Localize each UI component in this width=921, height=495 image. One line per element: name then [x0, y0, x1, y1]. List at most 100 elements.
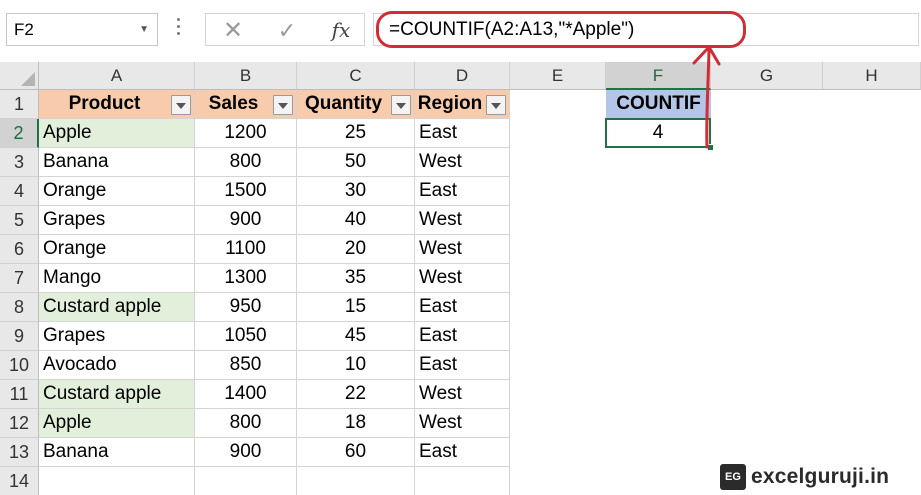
cell-quantity[interactable]: 18: [297, 409, 415, 438]
table-header-label: Product: [68, 93, 141, 114]
cell-product[interactable]: Mango: [39, 264, 195, 293]
row-header-13[interactable]: 13: [0, 438, 39, 467]
row-header-1[interactable]: 1: [0, 90, 39, 119]
cell-region[interactable]: West: [415, 264, 510, 293]
formula-input[interactable]: =COUNTIF(A2:A13,"*Apple"): [373, 13, 919, 46]
cell-region[interactable]: East: [415, 351, 510, 380]
column-header-h[interactable]: H: [823, 62, 921, 90]
cell-sales[interactable]: 1100: [195, 235, 297, 264]
filter-dropdown-icon[interactable]: [391, 95, 411, 115]
cell-product[interactable]: Banana: [39, 148, 195, 177]
cell-sales[interactable]: 1050: [195, 322, 297, 351]
cell-sales[interactable]: 950: [195, 293, 297, 322]
table-header-sales[interactable]: Sales: [195, 90, 297, 119]
insert-function-icon[interactable]: fx: [326, 16, 356, 45]
row-header-14[interactable]: 14: [0, 467, 39, 495]
empty-cell[interactable]: [195, 467, 297, 495]
cell-quantity[interactable]: 25: [297, 119, 415, 148]
cell-product[interactable]: Custard apple: [39, 380, 195, 409]
row-header-3[interactable]: 3: [0, 148, 39, 177]
row-header-12[interactable]: 12: [0, 409, 39, 438]
cancel-icon[interactable]: ✕: [220, 16, 246, 45]
cell-quantity[interactable]: 35: [297, 264, 415, 293]
table-header-quantity[interactable]: Quantity: [297, 90, 415, 119]
table-header-product[interactable]: Product: [39, 90, 195, 119]
row-header-11[interactable]: 11: [0, 380, 39, 409]
row-header-10[interactable]: 10: [0, 351, 39, 380]
cell-product[interactable]: Grapes: [39, 206, 195, 235]
column-header-c[interactable]: C: [297, 62, 415, 90]
cell-region[interactable]: West: [415, 206, 510, 235]
cell-sales[interactable]: 900: [195, 206, 297, 235]
column-header-d[interactable]: D: [415, 62, 510, 90]
cell-product[interactable]: Apple: [39, 119, 195, 148]
cell-quantity[interactable]: 45: [297, 322, 415, 351]
column-header-g[interactable]: G: [711, 62, 823, 90]
empty-cell[interactable]: [415, 467, 510, 495]
watermark-text: excelguruji.in: [751, 465, 890, 488]
empty-cell[interactable]: [297, 467, 415, 495]
cell-quantity[interactable]: 40: [297, 206, 415, 235]
cell-quantity[interactable]: 10: [297, 351, 415, 380]
table-header-label: Quantity: [304, 93, 383, 114]
cell-quantity[interactable]: 30: [297, 177, 415, 206]
filter-dropdown-icon[interactable]: [273, 95, 293, 115]
column-header-e[interactable]: E: [510, 62, 606, 90]
cell-product[interactable]: Custard apple: [39, 293, 195, 322]
cell-region[interactable]: West: [415, 380, 510, 409]
countif-header[interactable]: COUNTIF: [606, 90, 711, 119]
enter-icon[interactable]: ✓: [274, 16, 300, 45]
cell-sales[interactable]: 850: [195, 351, 297, 380]
countif-result[interactable]: 4: [606, 119, 711, 148]
chevron-down-icon[interactable]: ▼: [139, 14, 149, 45]
row-header-7[interactable]: 7: [0, 264, 39, 293]
cell-sales[interactable]: 1400: [195, 380, 297, 409]
cell-region[interactable]: West: [415, 409, 510, 438]
row-header-4[interactable]: 4: [0, 177, 39, 206]
cell-region[interactable]: East: [415, 438, 510, 467]
cell-sales[interactable]: 900: [195, 438, 297, 467]
cell-product[interactable]: Apple: [39, 409, 195, 438]
table-header-label: Region: [417, 93, 483, 114]
filter-dropdown-icon[interactable]: [486, 95, 506, 115]
cell-region[interactable]: East: [415, 293, 510, 322]
cell-quantity[interactable]: 15: [297, 293, 415, 322]
more-options-icon[interactable]: [173, 15, 183, 43]
column-header-f[interactable]: F: [606, 62, 711, 90]
row-header-9[interactable]: 9: [0, 322, 39, 351]
column-header-a[interactable]: A: [39, 62, 195, 90]
cell-product[interactable]: Orange: [39, 235, 195, 264]
select-all-button[interactable]: [0, 62, 39, 90]
cell-product[interactable]: Grapes: [39, 322, 195, 351]
table-header-label: Sales: [208, 93, 259, 114]
cell-quantity[interactable]: 20: [297, 235, 415, 264]
filter-dropdown-icon[interactable]: [171, 95, 191, 115]
empty-cell[interactable]: [39, 467, 195, 495]
cell-quantity[interactable]: 22: [297, 380, 415, 409]
cell-region[interactable]: East: [415, 119, 510, 148]
row-header-5[interactable]: 5: [0, 206, 39, 235]
cell-quantity[interactable]: 50: [297, 148, 415, 177]
cell-product[interactable]: Avocado: [39, 351, 195, 380]
cell-region[interactable]: West: [415, 235, 510, 264]
name-box-value: F2: [14, 20, 34, 39]
row-header-2[interactable]: 2: [0, 119, 39, 148]
cell-region[interactable]: East: [415, 322, 510, 351]
row-header-6[interactable]: 6: [0, 235, 39, 264]
cell-region[interactable]: West: [415, 148, 510, 177]
cell-sales[interactable]: 1500: [195, 177, 297, 206]
name-box[interactable]: F2 ▼: [6, 13, 158, 46]
cell-region[interactable]: East: [415, 177, 510, 206]
row-header-8[interactable]: 8: [0, 293, 39, 322]
cell-sales[interactable]: 800: [195, 409, 297, 438]
cell-sales[interactable]: 800: [195, 148, 297, 177]
cell-quantity[interactable]: 60: [297, 438, 415, 467]
table-header-region[interactable]: Region: [415, 90, 510, 119]
cell-product[interactable]: Banana: [39, 438, 195, 467]
cell-sales[interactable]: 1200: [195, 119, 297, 148]
column-header-b[interactable]: B: [195, 62, 297, 90]
cell-sales[interactable]: 1300: [195, 264, 297, 293]
formula-controls: ✕ ✓ fx: [205, 13, 365, 46]
cell-product[interactable]: Orange: [39, 177, 195, 206]
fill-handle[interactable]: [707, 144, 714, 151]
